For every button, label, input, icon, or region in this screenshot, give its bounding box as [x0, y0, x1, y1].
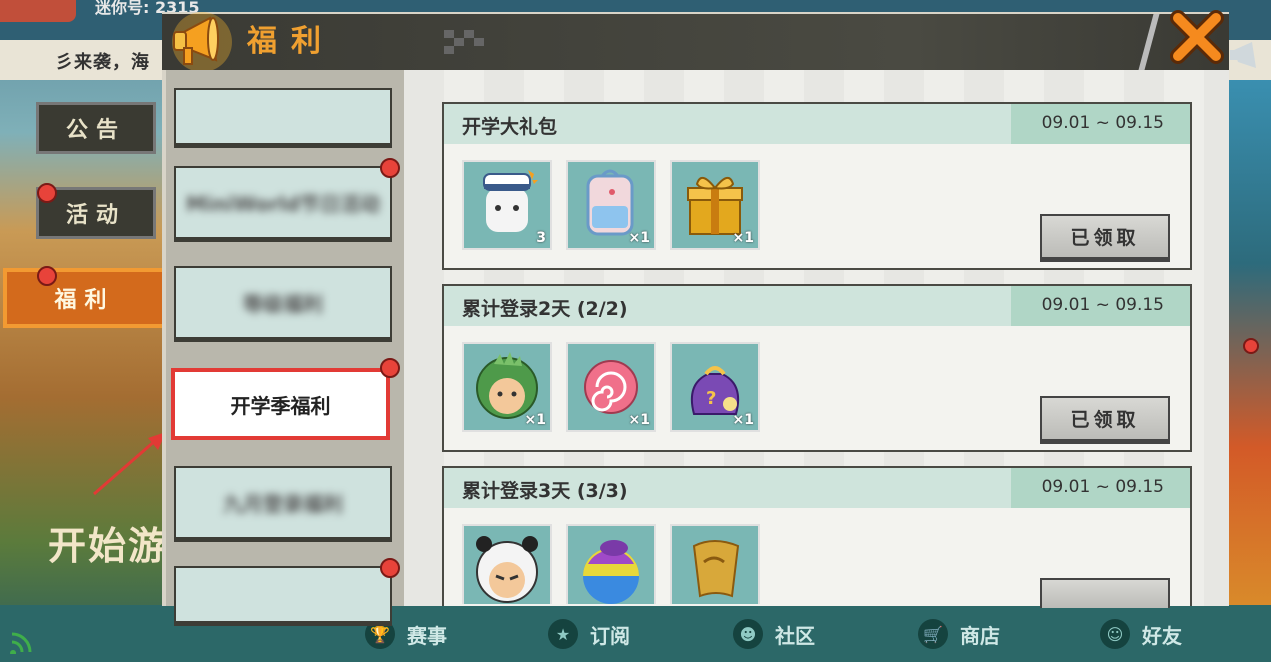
annotation-arrow — [93, 432, 166, 496]
notification-dot — [37, 183, 57, 203]
reward-card: 累计登录3天 (3/3) 09.01 ~ 09.15 — [442, 466, 1192, 608]
item-count: ×1 — [628, 230, 650, 246]
tab-activity-label: 活动 — [65, 203, 126, 228]
card-header: 累计登录3天 (3/3) 09.01 ~ 09.15 — [444, 468, 1190, 508]
side-tab-1[interactable]: MiniWorld节日活动 — [174, 166, 392, 242]
candy-icon[interactable]: ×1 — [566, 342, 656, 432]
tab-announcement-label: 公告 — [65, 118, 126, 143]
svg-text:?: ? — [706, 388, 716, 409]
reward-card: 开学大礼包 09.01 ~ 09.15 3 ×1 ×1 已领取 — [442, 102, 1192, 270]
nav-subscribe-label: 订阅 — [590, 623, 630, 648]
megaphone-icon — [172, 12, 232, 72]
claimed-button[interactable]: 已领取 — [1040, 214, 1170, 262]
wifi-icon — [10, 632, 32, 654]
panda-hood-kid-icon[interactable] — [462, 524, 552, 604]
nav-subscribe[interactable]: ★ 订阅 — [548, 612, 630, 656]
card-header: 累计登录2天 (2/2) 09.01 ~ 09.15 — [444, 286, 1190, 326]
tab-welfare-label: 福利 — [54, 288, 115, 313]
player-avatar[interactable] — [0, 0, 76, 22]
star-badge-icon: ★ — [548, 619, 578, 649]
nav-friends-label: 好友 — [1142, 623, 1182, 648]
nav-shop-label: 商店 — [960, 623, 1000, 648]
notification-dot — [380, 558, 400, 578]
item-count: 3 — [536, 230, 546, 246]
notification-dot — [37, 266, 57, 286]
claim-button[interactable] — [1040, 578, 1170, 608]
item-count: ×1 — [628, 412, 650, 428]
card-date: 09.01 ~ 09.15 — [1041, 113, 1164, 133]
gold-scroll-icon[interactable] — [670, 524, 760, 604]
tab-welfare[interactable]: 福利 — [3, 268, 166, 328]
claimed-button[interactable]: 已领取 — [1040, 396, 1170, 444]
dino-hood-kid-icon[interactable]: ×1 — [462, 342, 552, 432]
notification-dot — [380, 358, 400, 378]
dialog-title: 福利 — [247, 24, 335, 59]
side-tab-2-label: 等级福利 — [243, 292, 323, 316]
community-icon: ☻ — [733, 619, 763, 649]
marquee-text: 彡来袭，海 — [55, 52, 150, 73]
side-tab-4-label: 九月登录福利 — [223, 492, 343, 516]
side-tab-5[interactable] — [174, 566, 392, 626]
nav-community[interactable]: ☻ 社区 — [733, 612, 815, 656]
side-tab-0[interactable] — [174, 88, 392, 148]
rainbow-pot-icon[interactable] — [566, 524, 656, 604]
card-date: 09.01 ~ 09.15 — [1041, 477, 1164, 497]
nav-shop[interactable]: 🛒 商店 — [918, 612, 1000, 656]
nav-community-label: 社区 — [775, 623, 815, 648]
side-tab-school-season[interactable]: 开学季福利 — [171, 368, 390, 440]
nav-friends[interactable]: ☺ 好友 — [1100, 612, 1182, 656]
card-title: 累计登录3天 (3/3) — [462, 480, 628, 502]
tab-announcement[interactable]: 公告 — [36, 102, 156, 154]
notification-dot — [1243, 338, 1259, 354]
start-game-text[interactable]: 开始游 — [48, 515, 168, 570]
shopping-cart-icon: 🛒 — [918, 619, 948, 649]
reward-card: 累计登录2天 (2/2) 09.01 ~ 09.15 ×1 ×1 ? ×1 已领… — [442, 284, 1192, 452]
card-title: 开学大礼包 — [462, 116, 558, 138]
close-x-icon[interactable] — [1168, 8, 1226, 66]
side-tab-2[interactable]: 等级福利 — [174, 266, 392, 342]
side-tab-school-season-label: 开学季福利 — [230, 393, 331, 418]
side-tab-4[interactable]: 九月登录福利 — [174, 466, 392, 542]
notification-dot — [380, 158, 400, 178]
gold-gift-box-icon[interactable]: ×1 — [670, 160, 760, 250]
card-date: 09.01 ~ 09.15 — [1041, 295, 1164, 315]
friends-icon: ☺ — [1100, 619, 1130, 649]
item-count: ×1 — [732, 412, 754, 428]
mystery-bag-icon[interactable]: ? ×1 — [670, 342, 760, 432]
item-count: ×1 — [732, 230, 754, 246]
school-backpack-icon[interactable]: ×1 — [566, 160, 656, 250]
nav-events-label: 赛事 — [407, 623, 447, 648]
checkered-flag-icon — [444, 30, 484, 54]
card-header: 开学大礼包 09.01 ~ 09.15 — [444, 104, 1190, 144]
side-tab-1-label: MiniWorld节日活动 — [186, 192, 380, 216]
card-title: 累计登录2天 (2/2) — [462, 298, 628, 320]
sailor-bear-icon[interactable]: 3 — [462, 160, 552, 250]
item-count: ×1 — [524, 412, 546, 428]
megaphone-icon[interactable] — [1230, 40, 1266, 70]
